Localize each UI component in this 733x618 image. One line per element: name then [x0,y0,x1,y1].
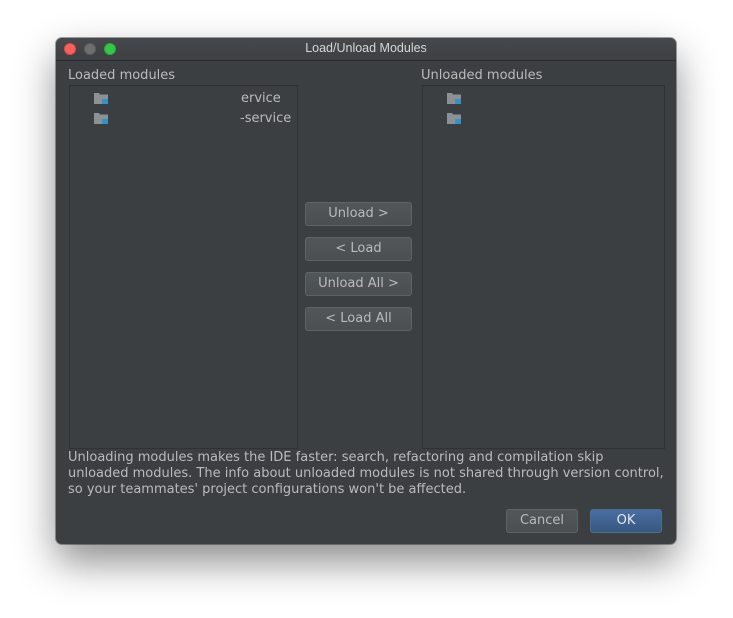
cancel-button[interactable]: Cancel [506,509,578,533]
module-name: -service [240,111,292,126]
window-title: Load/Unload Modules [305,41,427,55]
unloaded-module-item[interactable] [423,109,664,129]
loaded-module-item[interactable]: -service [70,109,297,129]
load-all-button[interactable]: < Load All [305,307,412,331]
loaded-modules-list[interactable]: ervice -service [69,85,298,449]
title-bar: Load/Unload Modules [56,38,676,61]
module-folder-icon [447,93,461,104]
unload-all-button[interactable]: Unload All > [305,272,412,296]
module-folder-icon [447,113,461,124]
load-unload-modules-dialog: Load/Unload Modules Loaded modules Unloa… [56,38,676,544]
loaded-module-item[interactable]: ervice [70,89,297,109]
unloaded-module-item[interactable] [423,89,664,109]
unloaded-modules-list[interactable] [422,85,665,449]
unloaded-modules-label: Unloaded modules [421,68,543,83]
unload-button[interactable]: Unload > [305,202,412,226]
hint-text: Unloading modules makes the IDE faster: … [68,450,664,497]
loaded-modules-label: Loaded modules [68,68,176,83]
module-name: ervice [241,91,281,106]
load-button[interactable]: < Load [305,237,412,261]
ok-button[interactable]: OK [590,509,662,533]
module-folder-icon [94,113,108,124]
module-folder-icon [94,93,108,104]
